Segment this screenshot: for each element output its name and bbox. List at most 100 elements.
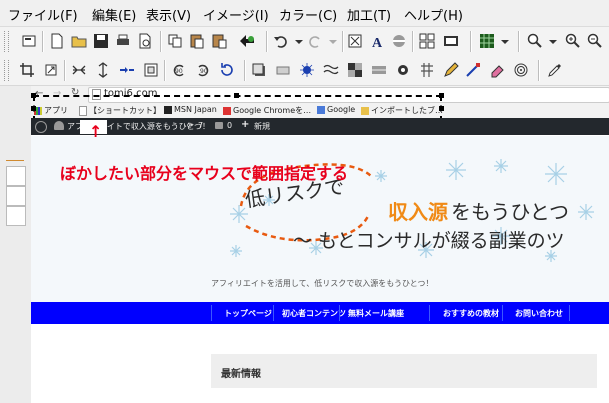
panel-marker [6, 160, 24, 161]
panel-thumbnail[interactable] [6, 186, 26, 206]
wp-update-count: 7 [198, 121, 204, 130]
selection-handle[interactable] [234, 93, 239, 98]
menu-color[interactable]: カラー(C) [279, 5, 337, 24]
wp-comment-count: 0 [227, 121, 233, 130]
pencil-icon[interactable] [442, 61, 460, 79]
wave-icon[interactable] [322, 61, 340, 79]
selection-handle[interactable] [439, 106, 444, 111]
sharpen-icon[interactable] [394, 61, 412, 79]
zoom-in-icon[interactable] [564, 32, 582, 50]
open-folder-icon[interactable] [70, 32, 88, 50]
update-icon: ⟳ [187, 121, 194, 130]
nav-separator [429, 305, 430, 321]
eyedropper-icon[interactable] [546, 61, 564, 79]
menu-edit[interactable]: 編集(E) [92, 5, 136, 24]
toolbar-separator [538, 60, 540, 81]
toolbar-separator [412, 31, 414, 52]
nav-mail-course[interactable]: 無料メール講座 [348, 308, 404, 319]
menu-process[interactable]: 加工(T) [347, 5, 391, 24]
flip-vertical-icon[interactable] [94, 61, 112, 79]
left-panel [0, 86, 32, 403]
cross-filter-icon[interactable] [418, 61, 436, 79]
nav-separator [273, 305, 274, 321]
annotation-text: ぼかしたい部分をマウスで範囲指定する [60, 164, 349, 183]
blur-icon[interactable] [370, 61, 388, 79]
svg-text:90: 90 [200, 68, 208, 75]
nav-recommended[interactable]: おすすめの教材 [443, 308, 499, 319]
redo-icon[interactable] [306, 32, 324, 50]
paste-new-icon[interactable] [210, 32, 228, 50]
menu-view[interactable]: 表示(V) [146, 5, 191, 24]
hero-title-part2: をもうひとつ [451, 200, 569, 224]
selection-handle[interactable] [439, 93, 444, 98]
comment-icon [215, 122, 223, 129]
shadow-icon[interactable] [250, 61, 268, 79]
nav-beginner[interactable]: 初心者コンテンツ [282, 308, 346, 319]
toolbar-grip[interactable] [4, 60, 9, 81]
toolbar-separator [160, 31, 162, 52]
nav-top[interactable]: トップページ [224, 308, 272, 319]
capture-icon[interactable] [20, 32, 38, 50]
border-icon[interactable] [274, 61, 292, 79]
nav-separator [211, 305, 212, 321]
rotate-free-icon[interactable] [218, 61, 236, 79]
transfer-icon[interactable] [238, 32, 256, 50]
save-icon[interactable] [92, 32, 110, 50]
panel-thumbnail[interactable] [6, 166, 26, 186]
rotate-90-right-icon[interactable]: 90 [194, 61, 212, 79]
toolbar-separator [164, 60, 166, 81]
hero-title-highlight: 収入源 [388, 200, 448, 224]
hero-subtitle: 〜 もとコンサルが綴る副業のツ [293, 230, 565, 252]
fit-window-icon[interactable] [346, 32, 364, 50]
image-canvas[interactable]: ← → ↻ tomi6.com アプリ 【ショートカット】 MSN Japan … [31, 86, 609, 403]
svg-text:90: 90 [175, 68, 183, 75]
up-arrow-icon: ↑ [89, 122, 103, 141]
selection-handle[interactable] [31, 93, 36, 98]
effects-toolbar: 90 90 [0, 56, 609, 86]
copy-icon[interactable] [166, 32, 184, 50]
gradient-icon[interactable] [390, 32, 408, 50]
zoom-dropdown-icon[interactable] [544, 32, 562, 50]
text-icon[interactable]: A [368, 32, 386, 50]
nav-separator [502, 305, 503, 321]
undo-icon[interactable] [272, 32, 290, 50]
frame-icon[interactable] [142, 61, 160, 79]
toolbar-separator [342, 31, 344, 52]
grid-dropdown-icon[interactable] [496, 32, 514, 50]
line-icon[interactable] [464, 61, 482, 79]
spiral-icon[interactable] [512, 61, 530, 79]
wordpress-logo-icon [35, 121, 47, 133]
toolbar-grip[interactable] [4, 31, 9, 52]
print-icon[interactable] [114, 32, 132, 50]
svg-text:A: A [372, 36, 383, 49]
new-file-icon[interactable] [48, 32, 66, 50]
menu-image[interactable]: イメージ(I) [203, 5, 269, 24]
nav-separator [339, 305, 340, 321]
rotate-90-left-icon[interactable]: 90 [170, 61, 188, 79]
mosaic-icon[interactable] [346, 61, 364, 79]
zoom-icon[interactable] [526, 32, 544, 50]
menu-file[interactable]: ファイル(F) [8, 5, 78, 24]
toolbar-separator [42, 31, 44, 52]
paste-icon[interactable] [188, 32, 206, 50]
selection-handle[interactable] [31, 106, 36, 111]
redo-dropdown-icon[interactable] [324, 32, 342, 50]
wp-new: 新規 [254, 122, 270, 131]
flip-horizontal-icon[interactable] [70, 61, 88, 79]
news-section: 最新情報 [211, 354, 597, 388]
zoom-out-icon[interactable] [586, 32, 604, 50]
home-icon [54, 121, 64, 130]
grid-color-icon[interactable] [478, 32, 496, 50]
film-strip-icon[interactable] [442, 32, 460, 50]
crop-icon[interactable] [18, 61, 36, 79]
site-nav: トップページ 初心者コンテンツ 無料メール講座 おすすめの教材 お問い合わせ [31, 302, 609, 324]
tile-icon[interactable] [418, 32, 436, 50]
print-preview-icon[interactable] [136, 32, 154, 50]
panel-thumbnail[interactable] [6, 206, 26, 226]
nav-contact[interactable]: お問い合わせ [515, 308, 563, 319]
merge-icon[interactable] [118, 61, 136, 79]
resize-icon[interactable] [42, 61, 60, 79]
sparkle-icon[interactable] [298, 61, 316, 79]
eraser-icon[interactable] [488, 61, 506, 79]
menu-help[interactable]: ヘルプ(H) [404, 5, 463, 24]
